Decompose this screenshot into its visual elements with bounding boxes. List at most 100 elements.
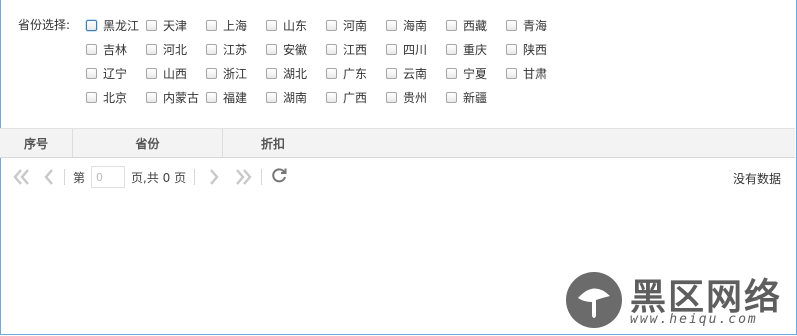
next-page-icon[interactable] <box>207 168 221 186</box>
checkbox[interactable] <box>266 43 277 55</box>
province-label: 宁夏 <box>463 66 488 81</box>
province-option[interactable]: 天津 <box>146 13 206 37</box>
checkbox[interactable] <box>206 67 217 79</box>
province-option[interactable]: 宁夏 <box>446 61 506 85</box>
province-option[interactable]: 辽宁 <box>86 61 146 85</box>
province-option[interactable]: 江苏 <box>206 37 266 61</box>
province-label: 广西 <box>343 90 368 105</box>
watermark-url: www.heiqu.com <box>630 312 758 327</box>
checkbox[interactable] <box>446 67 457 79</box>
checkbox[interactable] <box>326 43 337 55</box>
province-label: 辽宁 <box>103 66 128 81</box>
province-label: 河南 <box>343 18 368 33</box>
checkbox[interactable] <box>86 67 97 79</box>
checkbox[interactable] <box>446 91 457 103</box>
province-option[interactable]: 上海 <box>206 13 266 37</box>
province-option[interactable]: 山西 <box>146 61 206 85</box>
checkbox[interactable] <box>326 19 337 31</box>
checkbox[interactable] <box>386 91 397 103</box>
checkbox[interactable] <box>206 19 217 31</box>
checkbox[interactable] <box>446 19 457 31</box>
checkbox[interactable] <box>506 67 517 79</box>
province-option[interactable]: 吉林 <box>86 37 146 61</box>
checkbox[interactable] <box>386 43 397 55</box>
checkbox[interactable] <box>266 19 277 31</box>
checkbox[interactable] <box>146 19 157 31</box>
province-option[interactable]: 湖北 <box>266 61 326 85</box>
province-option[interactable]: 广西 <box>326 85 386 109</box>
province-option[interactable]: 安徽 <box>266 37 326 61</box>
prev-page-icon[interactable] <box>42 168 56 186</box>
province-label: 西藏 <box>463 18 488 33</box>
checkbox[interactable] <box>86 91 97 103</box>
province-option[interactable]: 江西 <box>326 37 386 61</box>
column-header-seq[interactable]: 序号 <box>0 129 73 157</box>
province-filter-label: 省份选择: <box>18 18 71 32</box>
province-option[interactable]: 内蒙古 <box>146 85 206 109</box>
province-label: 新疆 <box>463 90 488 105</box>
province-option[interactable]: 西藏 <box>446 13 506 37</box>
divider <box>261 169 263 185</box>
province-label: 北京 <box>103 90 128 105</box>
province-label: 广东 <box>343 66 368 81</box>
province-option[interactable]: 山东 <box>266 13 326 37</box>
checkbox[interactable] <box>326 91 337 103</box>
column-header-province[interactable]: 省份 <box>73 129 223 157</box>
province-label: 江西 <box>343 42 368 57</box>
province-option[interactable]: 北京 <box>86 85 146 109</box>
province-option[interactable]: 福建 <box>206 85 266 109</box>
province-option[interactable]: 湖南 <box>266 85 326 109</box>
checkbox[interactable] <box>206 43 217 55</box>
watermark-logo: 黑区网络 www.heiqu.com <box>566 268 794 334</box>
checkbox[interactable] <box>266 67 277 79</box>
checkbox[interactable] <box>446 43 457 55</box>
province-label: 海南 <box>403 18 428 33</box>
province-option[interactable]: 黑龙江 <box>86 13 146 37</box>
province-option[interactable]: 河北 <box>146 37 206 61</box>
province-option[interactable]: 广东 <box>326 61 386 85</box>
province-option[interactable]: 青海 <box>506 13 566 37</box>
checkbox[interactable] <box>386 67 397 79</box>
checkbox[interactable] <box>206 91 217 103</box>
checkbox[interactable] <box>146 43 157 55</box>
divider <box>64 169 65 185</box>
province-label: 青海 <box>523 18 548 33</box>
checkbox[interactable] <box>146 91 157 103</box>
checkbox[interactable] <box>146 67 157 79</box>
province-label: 黑龙江 <box>103 18 140 33</box>
province-option[interactable]: 云南 <box>386 61 446 85</box>
refresh-icon[interactable] <box>270 166 288 189</box>
page-total-label: 页,共 0 页 <box>131 170 187 185</box>
province-label: 上海 <box>223 18 248 33</box>
checkbox[interactable] <box>506 43 517 55</box>
pagination-bar: 第 页,共 0 页 没有数据 <box>0 162 795 192</box>
province-label: 安徽 <box>283 42 308 57</box>
province-label: 湖北 <box>283 66 308 81</box>
province-option[interactable]: 河南 <box>326 13 386 37</box>
province-label: 河北 <box>163 42 188 57</box>
province-option[interactable]: 浙江 <box>206 61 266 85</box>
province-option[interactable]: 海南 <box>386 13 446 37</box>
divider <box>194 169 196 185</box>
grid-header: 序号 省份 折扣 <box>0 128 795 158</box>
first-page-icon[interactable] <box>12 168 32 186</box>
last-page-icon[interactable] <box>233 168 253 186</box>
province-label: 浙江 <box>223 66 248 81</box>
checkbox[interactable] <box>386 19 397 31</box>
province-option[interactable]: 四川 <box>386 37 446 61</box>
checkbox[interactable] <box>326 67 337 79</box>
province-option[interactable]: 贵州 <box>386 85 446 109</box>
province-label: 吉林 <box>103 42 128 57</box>
province-option[interactable]: 新疆 <box>446 85 506 109</box>
province-option[interactable]: 甘肃 <box>506 61 566 85</box>
column-header-discount[interactable]: 折扣 <box>223 129 323 157</box>
mushroom-icon <box>566 272 622 328</box>
checkbox[interactable] <box>266 91 277 103</box>
province-label: 陕西 <box>523 42 548 57</box>
checkbox[interactable] <box>506 19 517 31</box>
page-number-input[interactable] <box>91 166 126 188</box>
province-option[interactable]: 重庆 <box>446 37 506 61</box>
checkbox[interactable] <box>86 43 97 55</box>
checkbox[interactable] <box>86 19 97 31</box>
province-option[interactable]: 陕西 <box>506 37 566 61</box>
